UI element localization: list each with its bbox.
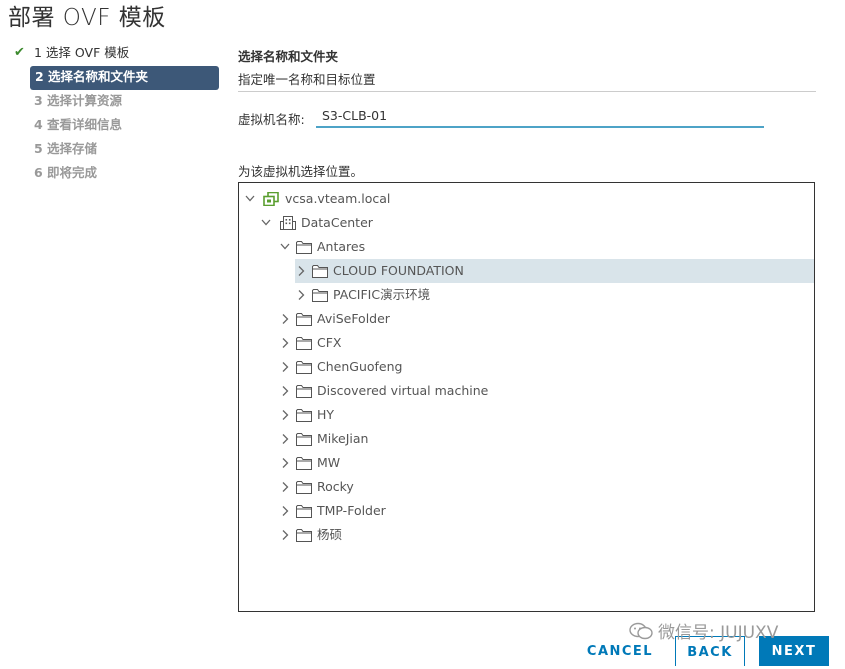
tree-row[interactable]: Antares (239, 235, 814, 259)
vcenter-icon (263, 192, 279, 206)
checkmark-icon: ✔ (14, 45, 25, 60)
tree-row[interactable]: Rocky (239, 475, 814, 499)
tree-row-label: CFX (317, 335, 342, 350)
chevron-down-icon[interactable] (261, 211, 271, 235)
step-ready-to-complete[interactable]: 6 即将完成 (14, 162, 219, 186)
dialog-title: 部署 OVF 模板 (8, 5, 166, 31)
folder-icon (312, 264, 328, 278)
datacenter-icon (280, 216, 296, 230)
tree-row[interactable]: CFX (239, 331, 814, 355)
step-review-details[interactable]: 4 查看详细信息 (14, 114, 219, 138)
folder-icon (296, 432, 312, 446)
location-label: 为该虚拟机选择位置。 (238, 164, 364, 179)
folder-icon (312, 288, 328, 302)
chevron-right-icon[interactable] (280, 451, 290, 475)
folder-icon (296, 240, 312, 254)
divider (238, 91, 816, 92)
step-label: 3 选择计算资源 (34, 93, 123, 108)
tree-row[interactable]: HY (239, 403, 814, 427)
tree-row-label: CLOUD FOUNDATION (333, 263, 464, 278)
tree-row-label: HY (317, 407, 335, 422)
chevron-right-icon[interactable] (280, 523, 290, 547)
chevron-down-icon[interactable] (245, 187, 255, 211)
tree-row-label: AviSeFolder (317, 311, 390, 326)
step-select-name-folder[interactable]: 2 选择名称和文件夹 (30, 66, 219, 90)
chevron-right-icon[interactable] (280, 331, 290, 355)
chevron-right-icon[interactable] (296, 283, 306, 307)
tree-row[interactable]: CLOUD FOUNDATION (295, 259, 814, 283)
tree-row-label: DataCenter (301, 215, 373, 230)
tree-row[interactable]: PACIFIC演示环境 (239, 283, 814, 307)
tree-row-label: MW (317, 455, 341, 470)
chevron-right-icon[interactable] (280, 475, 290, 499)
step-select-compute-resource[interactable]: 3 选择计算资源 (14, 90, 219, 114)
tree-row-label: 杨硕 (317, 527, 343, 542)
folder-icon (296, 408, 312, 422)
step-label: 1 选择 OVF 模板 (34, 45, 130, 60)
tree-row[interactable]: 杨硕 (239, 523, 814, 547)
chevron-right-icon[interactable] (280, 499, 290, 523)
tree-row-label: Antares (317, 239, 366, 254)
tree-row[interactable]: MikeJian (239, 427, 814, 451)
chevron-right-icon[interactable] (296, 259, 306, 283)
folder-tree[interactable]: vcsa.vteam.local DataCenter Antares CLOUD F… (238, 182, 815, 612)
tree-row[interactable]: TMP-Folder (239, 499, 814, 523)
folder-icon (296, 456, 312, 470)
tree-row-label: MikeJian (317, 431, 369, 446)
tree-row[interactable]: Discovered virtual machine (239, 379, 814, 403)
step-label: 5 选择存储 (34, 141, 98, 156)
chevron-right-icon[interactable] (280, 355, 290, 379)
tree-row[interactable]: vcsa.vteam.local (239, 187, 814, 211)
watermark-text: 微信号: JUJUXV (658, 623, 779, 643)
tree-row[interactable]: MW (239, 451, 814, 475)
step-label: 4 查看详细信息 (34, 117, 123, 132)
folder-icon (296, 528, 312, 542)
watermark: 微信号: JUJUXV (628, 618, 778, 646)
folder-icon (296, 336, 312, 350)
tree-row[interactable]: DataCenter (239, 211, 814, 235)
tree-row-label: PACIFIC演示环境 (333, 287, 431, 302)
step-select-ovf-template[interactable]: ✔ 1 选择 OVF 模板 (14, 42, 219, 66)
vm-name-input[interactable] (316, 104, 764, 128)
folder-icon (296, 312, 312, 326)
tree-row-label: Rocky (317, 479, 354, 494)
chevron-right-icon[interactable] (280, 403, 290, 427)
tree-row-label: vcsa.vteam.local (285, 191, 391, 206)
folder-icon (296, 504, 312, 518)
tree-row[interactable]: AviSeFolder (239, 307, 814, 331)
folder-icon (296, 384, 312, 398)
folder-icon (296, 360, 312, 374)
wechat-icon (628, 621, 654, 646)
step-select-storage[interactable]: 5 选择存储 (14, 138, 219, 162)
chevron-right-icon[interactable] (280, 379, 290, 403)
tree-row-label: Discovered virtual machine (317, 383, 489, 398)
wizard-steps: ✔ 1 选择 OVF 模板 2 选择名称和文件夹 3 选择计算资源 4 查看详细… (14, 42, 219, 186)
section-subtitle: 指定唯一名称和目标位置 (238, 72, 376, 87)
folder-icon (296, 480, 312, 494)
main-panel: 选择名称和文件夹 指定唯一名称和目标位置 虚拟机名称: 为该虚拟机选择位置。 (238, 46, 816, 179)
vm-name-label: 虚拟机名称: (238, 112, 305, 127)
tree-row[interactable]: ChenGuofeng (239, 355, 814, 379)
chevron-right-icon[interactable] (280, 427, 290, 451)
tree-row-label: ChenGuofeng (317, 359, 403, 374)
tree-row-label: TMP-Folder (317, 503, 386, 518)
step-label: 2 选择名称和文件夹 (35, 69, 149, 84)
section-title: 选择名称和文件夹 (238, 49, 339, 64)
step-label: 6 即将完成 (34, 165, 98, 180)
chevron-down-icon[interactable] (280, 235, 290, 259)
chevron-right-icon[interactable] (280, 307, 290, 331)
